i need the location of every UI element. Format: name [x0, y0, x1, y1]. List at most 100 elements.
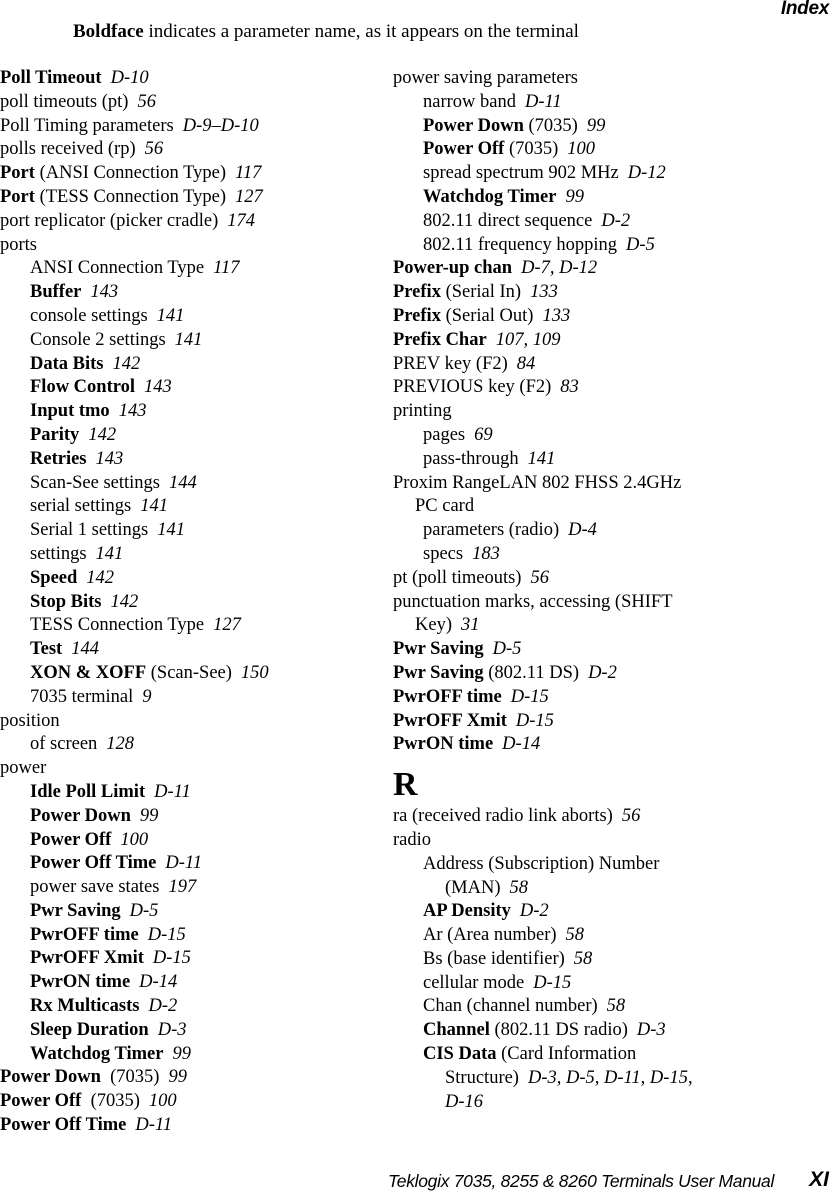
page-reference[interactable]: 56	[622, 806, 641, 826]
page-reference[interactable]: 58	[574, 949, 593, 969]
page-reference[interactable]: 58	[510, 878, 529, 898]
parameter-name: PwrON time	[393, 734, 494, 755]
page-reference[interactable]: D-2	[588, 663, 617, 683]
page-reference[interactable]: 143	[144, 377, 172, 397]
page-reference[interactable]: D-3	[158, 1020, 187, 1040]
page-reference[interactable]: D-2	[520, 901, 549, 921]
page-reference[interactable]: 100	[567, 139, 595, 159]
page-reference[interactable]: 127	[213, 615, 241, 635]
index-entry: ra (received radio link aborts) 56	[393, 805, 833, 829]
index-entry: Test 144	[0, 638, 380, 662]
page-reference[interactable]: D-11	[135, 1115, 172, 1135]
index-entry: XON & XOFF (Scan-See) 150	[0, 662, 380, 686]
page-reference[interactable]: 174	[227, 211, 255, 231]
page-reference[interactable]: 31	[461, 615, 480, 635]
page-reference[interactable]: 141	[157, 520, 185, 540]
page-reference[interactable]: 99	[140, 806, 159, 826]
page-reference[interactable]: D-12	[628, 163, 666, 183]
page-reference[interactable]: 144	[169, 473, 197, 493]
page-reference[interactable]: 56	[137, 92, 156, 112]
page-reference[interactable]: 69	[474, 425, 493, 445]
page-reference[interactable]: 141	[528, 449, 556, 469]
page-reference[interactable]: 150	[241, 663, 269, 683]
page-reference[interactable]: 197	[168, 877, 196, 897]
page-reference[interactable]: 100	[149, 1091, 177, 1111]
index-entry: (MAN) 58	[393, 877, 833, 901]
page-reference[interactable]: D-11	[525, 92, 562, 112]
page-reference[interactable]: D-15	[148, 925, 186, 945]
entry-text: (ANSI Connection Type)	[34, 163, 226, 184]
entry-text: poll timeouts (pt)	[0, 91, 129, 112]
page-reference[interactable]: 141	[175, 330, 203, 350]
page-reference[interactable]: D-15	[516, 711, 554, 731]
parameter-name: PwrON time	[30, 972, 131, 993]
page-reference[interactable]: D-3	[637, 1020, 666, 1040]
page-reference[interactable]: 84	[517, 354, 536, 374]
index-entry: pt (poll timeouts) 56	[393, 567, 833, 591]
index-entry: Port (TESS Connection Type) 127	[0, 186, 380, 210]
page-reference[interactable]: D-15	[533, 973, 571, 993]
index-entry: radio	[393, 829, 833, 853]
index-entry: PREVIOUS key (F2) 83	[393, 376, 833, 400]
index-entry: Power Off (7035) 100	[393, 138, 833, 162]
index-entry: printing	[393, 400, 833, 424]
page-reference[interactable]: 83	[560, 377, 579, 397]
page-reference[interactable]: D-3, D-5, D-11, D-15,	[528, 1068, 693, 1088]
page-reference[interactable]: 144	[71, 639, 99, 659]
page-reference[interactable]: 9	[142, 687, 151, 707]
page-reference[interactable]: 143	[96, 449, 124, 469]
page-reference[interactable]: 117	[235, 163, 261, 183]
page-reference[interactable]: D-11	[154, 782, 191, 802]
parameter-name: Prefix Char	[393, 329, 487, 350]
page-reference[interactable]: 56	[530, 568, 549, 588]
page-reference[interactable]: D-10	[111, 68, 149, 88]
index-entry: PwrOFF time D-15	[0, 924, 380, 948]
legend-note: Boldface indicates a parameter name, as …	[73, 21, 579, 43]
page-reference[interactable]: 99	[565, 187, 584, 207]
page-reference[interactable]: 99	[168, 1067, 187, 1087]
page-reference[interactable]: 117	[213, 258, 239, 278]
page-reference[interactable]: 100	[120, 830, 148, 850]
page-reference[interactable]: 133	[530, 282, 558, 302]
page-reference[interactable]: D-16	[445, 1092, 483, 1112]
page-reference[interactable]: D-11	[165, 853, 202, 873]
page-reference[interactable]: 56	[145, 139, 164, 159]
page-reference[interactable]: 133	[542, 306, 570, 326]
page-reference[interactable]: 58	[607, 996, 626, 1016]
page-reference[interactable]: 142	[86, 568, 114, 588]
page-reference[interactable]: 143	[119, 401, 147, 421]
page-reference[interactable]: D-15	[511, 687, 549, 707]
page-reference[interactable]: D-7, D-12	[521, 258, 597, 278]
page-reference[interactable]: 142	[113, 354, 141, 374]
page-reference[interactable]: D-4	[568, 520, 597, 540]
parameter-name: Power Off	[30, 829, 112, 850]
page-reference[interactable]: 142	[110, 592, 138, 612]
section-title: Index	[780, 0, 829, 19]
page-reference[interactable]: 141	[140, 496, 168, 516]
page-reference[interactable]: 143	[90, 282, 118, 302]
page-reference[interactable]: D-5	[130, 901, 159, 921]
page-reference[interactable]: 107, 109	[496, 330, 561, 350]
page-reference[interactable]: 141	[157, 306, 185, 326]
page-reference[interactable]: D-15	[153, 948, 191, 968]
page-reference[interactable]: D-14	[502, 734, 540, 754]
page-reference[interactable]: D-2	[148, 996, 177, 1016]
entry-text: printing	[393, 401, 452, 422]
page-reference[interactable]: 142	[88, 425, 116, 445]
page-reference[interactable]: 99	[172, 1044, 191, 1064]
entry-text: spread spectrum 902 MHz	[423, 163, 619, 184]
page-reference[interactable]: 127	[235, 187, 263, 207]
entry-text: ra (received radio link aborts)	[393, 806, 613, 827]
parameter-name: Buffer	[30, 282, 82, 303]
page-reference[interactable]: D-9–D-10	[183, 116, 259, 136]
page-reference[interactable]: 128	[106, 734, 134, 754]
page-reference[interactable]: D-5	[493, 639, 522, 659]
page-reference[interactable]: D-5	[626, 235, 655, 255]
page-reference[interactable]: D-2	[601, 211, 630, 231]
page-reference[interactable]: 141	[96, 544, 124, 564]
page-reference[interactable]: 99	[587, 116, 606, 136]
page-reference[interactable]: D-14	[139, 972, 177, 992]
index-entry: D-16	[393, 1091, 833, 1115]
page-reference[interactable]: 58	[566, 925, 585, 945]
page-reference[interactable]: 183	[472, 544, 500, 564]
